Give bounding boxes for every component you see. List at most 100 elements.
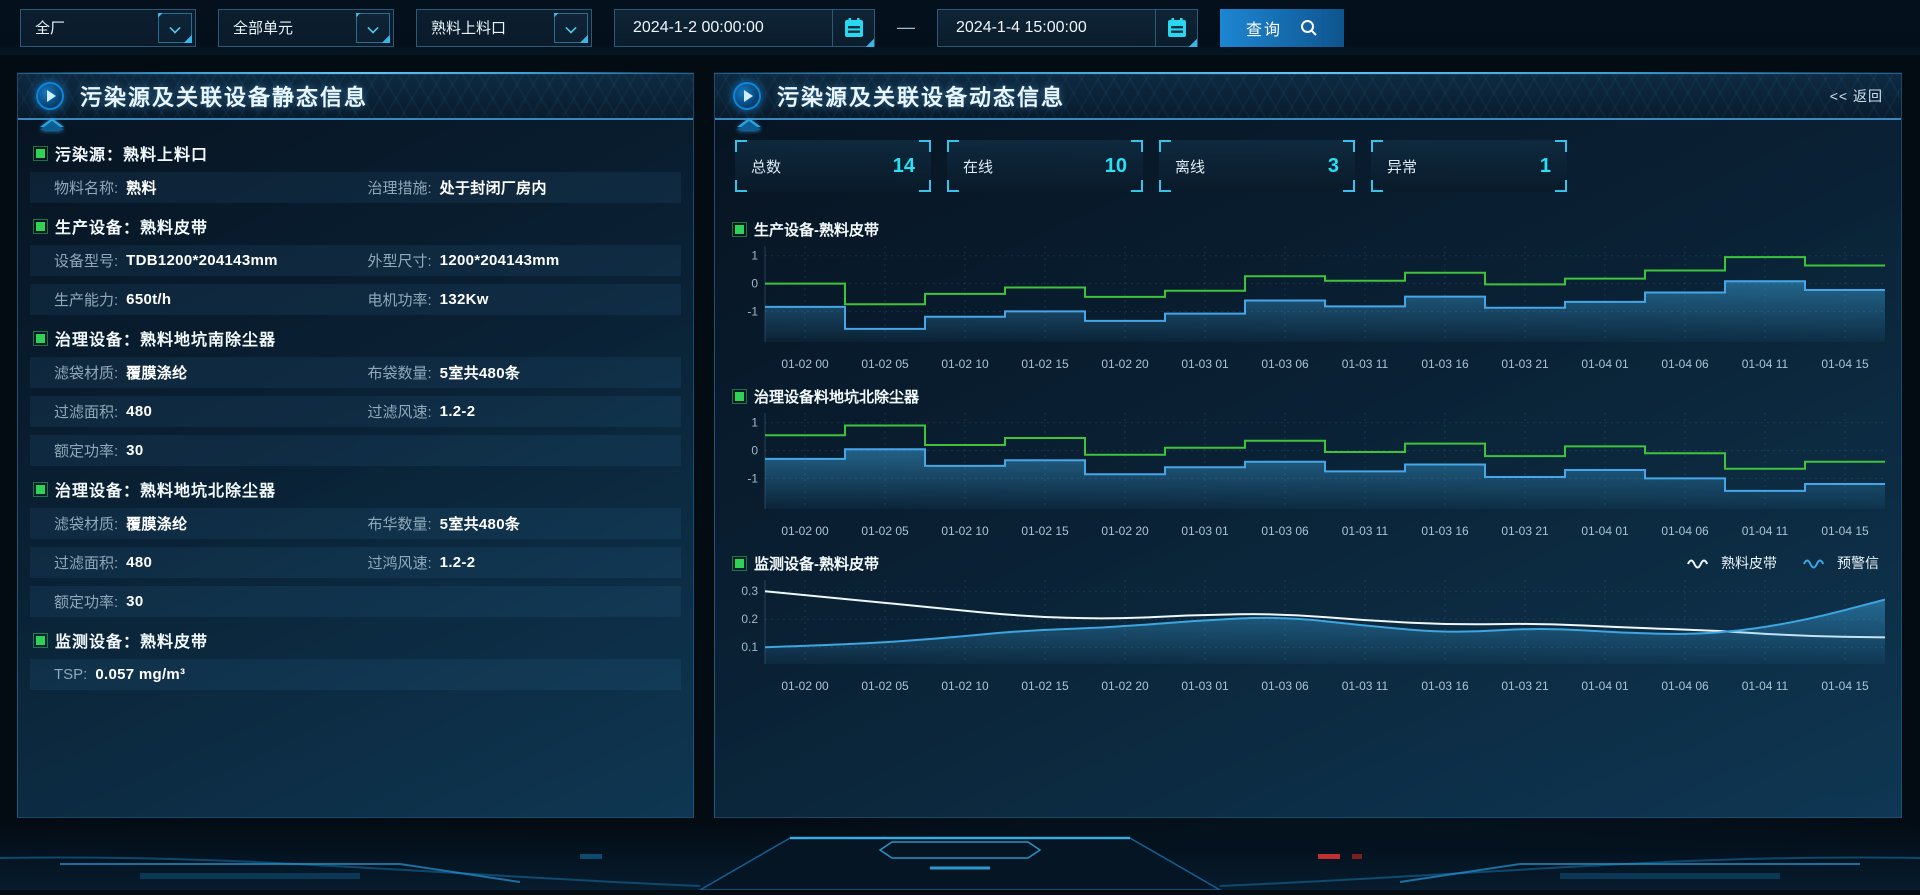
green-square-icon: [735, 225, 744, 234]
x-axis-tick-label: 01-02 05: [845, 520, 925, 538]
x-axis-tick-label: 01-03 16: [1405, 520, 1485, 538]
x-axis-tick-label: 01-02 05: [845, 675, 925, 693]
x-axis-tick-label: 01-02 10: [925, 520, 1005, 538]
chart-x-axis-labels: 01-02 0001-02 0501-02 1001-02 1501-02 20…: [765, 675, 1885, 693]
x-axis-tick-label: 01-02 20: [1085, 353, 1165, 371]
info-group-heading: 监测设备：熟料皮带: [36, 625, 681, 655]
source-select-value: 熟料上料口: [431, 17, 506, 38]
info-row: 额定功率: 30: [30, 586, 681, 617]
date-from-picker[interactable]: 2024-1-2 00:00:00: [614, 9, 875, 47]
legend-item[interactable]: 熟料皮带: [1687, 553, 1777, 573]
svg-text:0.2: 0.2: [741, 612, 758, 626]
info-cell-value: 覆膜涤纶: [126, 362, 187, 383]
stat-label: 异常: [1387, 156, 1417, 177]
stat-card: 在线 10: [947, 140, 1143, 192]
info-cell: 过滤风速: 1.2-2: [368, 401, 682, 422]
info-cell-value: 1.2-2: [440, 403, 476, 420]
x-axis-tick-label: 01-02 10: [925, 353, 1005, 371]
source-select[interactable]: 熟料上料口: [416, 9, 592, 47]
info-cell-value: 1200*204143mm: [440, 252, 560, 269]
info-cell-label: 治理措施:: [368, 177, 432, 198]
x-axis-tick-label: 01-02 15: [1005, 520, 1085, 538]
x-axis-tick-label: 01-03 01: [1165, 353, 1245, 371]
chevron-down-icon[interactable]: [356, 13, 390, 43]
footer-decoration: [0, 824, 1920, 890]
info-cell: TSP: 0.057 mg/m³: [54, 666, 368, 683]
stat-label: 在线: [963, 156, 993, 177]
chevron-down-icon[interactable]: [158, 13, 192, 43]
chart-title-row: 治理设备料地坑北除尘器: [735, 381, 1883, 411]
x-axis-tick-label: 01-04 01: [1565, 353, 1645, 371]
info-cell: 设备型号: TDB1200*204143mm: [54, 250, 368, 271]
static-info-list: 污染源：熟料上料口 物料名称: 熟料 治理措施: 处于封闭厂房内 生产设备：熟料…: [18, 120, 693, 690]
x-axis-tick-label: 01-02 15: [1005, 675, 1085, 693]
x-axis-tick-label: 01-03 16: [1405, 353, 1485, 371]
info-cell-value: 480: [126, 554, 152, 571]
dynamic-info-panel: 污染源及关联设备动态信息 << 返回 总数 14 在线 10 离线 3 异常 1…: [714, 73, 1902, 818]
date-to-picker[interactable]: 2024-1-4 15:00:00: [937, 9, 1198, 47]
unit-select[interactable]: 全部单元: [218, 9, 394, 47]
date-range-separator: —: [897, 17, 915, 38]
info-cell-value: 5室共480条: [440, 362, 520, 383]
x-axis-tick-label: 01-03 11: [1325, 353, 1405, 371]
svg-text:1: 1: [751, 249, 758, 263]
x-axis-tick-label: 01-02 00: [765, 520, 845, 538]
x-axis-tick-label: 01-02 00: [765, 353, 845, 371]
calendar-icon[interactable]: [832, 9, 874, 47]
x-axis-tick-label: 01-02 15: [1005, 353, 1085, 371]
x-axis-tick-label: 01-03 11: [1325, 520, 1405, 538]
info-cell-value: 1.2-2: [440, 554, 476, 571]
wave-line-icon: [1803, 557, 1829, 569]
info-cell-label: 物料名称:: [54, 177, 118, 198]
charts-container: 生产设备-熟料皮带 10-1 01-02 0001-02 0501-02 100…: [735, 214, 1883, 693]
svg-text:0: 0: [751, 444, 758, 458]
chart-block: 监测设备-熟料皮带 熟料皮带预警信 0.30.20.1 01-02 0001-0…: [735, 548, 1883, 693]
stat-value: 3: [1328, 155, 1339, 178]
query-button[interactable]: 查询: [1220, 9, 1344, 47]
dynamic-info-panel-title: 污染源及关联设备动态信息: [777, 80, 1065, 112]
info-row: 设备型号: TDB1200*204143mm 外型尺寸: 1200*204143…: [30, 245, 681, 276]
back-button[interactable]: << 返回: [1830, 86, 1883, 106]
chart-legend: 熟料皮带 预警信: [1687, 553, 1883, 573]
info-group-heading: 污染源：熟料上料口: [36, 138, 681, 168]
info-cell-label: 设备型号:: [54, 250, 118, 271]
svg-text:0.1: 0.1: [741, 640, 758, 654]
top-toolbar: 全厂 全部单元 熟料上料口 2024-1-2 00:00:00 —: [0, 0, 1920, 55]
info-cell-label: 滤袋材质:: [54, 513, 118, 534]
svg-text:0: 0: [751, 277, 758, 291]
stat-label: 总数: [751, 156, 781, 177]
chart-title-row: 监测设备-熟料皮带 熟料皮带 预警信: [735, 548, 1883, 578]
chart-title: 监测设备-熟料皮带: [754, 553, 879, 574]
x-axis-tick-label: 01-02 20: [1085, 520, 1165, 538]
info-cell-value: 480: [126, 403, 152, 420]
legend-item[interactable]: 预警信: [1803, 553, 1879, 573]
x-axis-tick-label: 01-03 21: [1485, 675, 1565, 693]
chart-title: 生产设备-熟料皮带: [754, 219, 879, 240]
x-axis-tick-label: 01-04 11: [1725, 520, 1805, 538]
header-chevron-decor: [737, 124, 761, 130]
info-cell: 布华数量: 5室共480条: [368, 513, 682, 534]
x-axis-tick-label: 01-04 01: [1565, 675, 1645, 693]
info-group: 监测设备：熟料皮带 TSP: 0.057 mg/m³: [30, 625, 681, 690]
calendar-icon[interactable]: [1155, 9, 1197, 47]
info-cell-label: 生产能力:: [54, 289, 118, 310]
x-axis-tick-label: 01-03 11: [1325, 675, 1405, 693]
info-cell-label: TSP:: [54, 666, 87, 683]
info-row: 滤袋材质: 覆膜涤纶 布袋数量: 5室共480条: [30, 357, 681, 388]
static-info-panel-header: 污染源及关联设备静态信息: [18, 74, 693, 120]
info-cell-value: TDB1200*204143mm: [126, 252, 278, 269]
info-cell-label: 过滤面积:: [54, 401, 118, 422]
svg-text:1: 1: [751, 416, 758, 430]
chart-title-row: 生产设备-熟料皮带: [735, 214, 1883, 244]
plant-select[interactable]: 全厂: [20, 9, 196, 47]
info-cell-label: 滤袋材质:: [54, 362, 118, 383]
green-square-icon: [36, 485, 45, 494]
info-cell: 过滤面积: 480: [54, 552, 368, 573]
stat-value: 10: [1105, 155, 1127, 178]
chevron-down-icon[interactable]: [554, 13, 588, 43]
info-group-heading: 治理设备：熟料地坑北除尘器: [36, 474, 681, 504]
chart-plot: 10-1: [735, 246, 1883, 353]
info-row: 过滤面积: 480 过鸿风速: 1.2-2: [30, 547, 681, 578]
x-axis-tick-label: 01-03 21: [1485, 353, 1565, 371]
info-row: 额定功率: 30: [30, 435, 681, 466]
